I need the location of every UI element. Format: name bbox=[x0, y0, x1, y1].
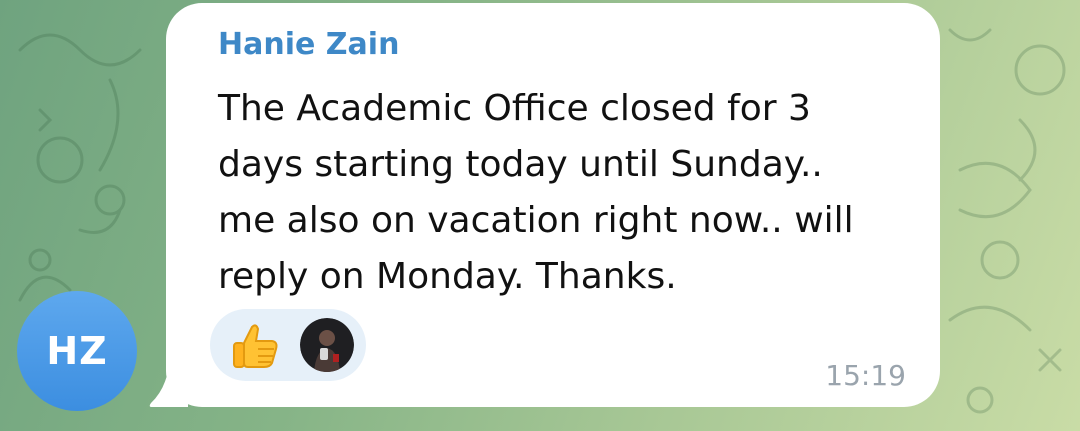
message-timestamp: 15:19 bbox=[825, 359, 906, 392]
reactor-avatar[interactable] bbox=[300, 318, 354, 372]
message-bubble[interactable]: Hanie Zain The Academic Office closed fo… bbox=[166, 3, 940, 407]
sender-name[interactable]: Hanie Zain bbox=[218, 27, 399, 62]
message-text: The Academic Office closed for 3 days st… bbox=[218, 88, 854, 297]
reaction-chip[interactable] bbox=[210, 309, 366, 381]
thumbs-up-icon bbox=[233, 324, 278, 368]
sender-avatar[interactable]: HZ bbox=[17, 291, 137, 411]
avatar-initials: HZ bbox=[46, 329, 108, 373]
